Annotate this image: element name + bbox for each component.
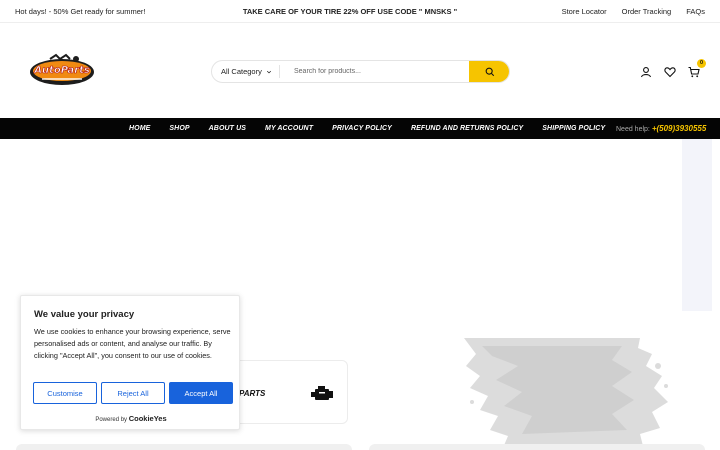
help-phone-link[interactable]: +(509)3930555 (652, 124, 707, 133)
user-icon (640, 67, 652, 78)
nav-item-about-us[interactable]: ABOUT US (209, 125, 246, 132)
nav-item-shop[interactable]: SHOP (169, 125, 189, 132)
autoparts-logo-icon: AutoParts (30, 53, 94, 85)
nav-item-my-account[interactable]: MY ACCOUNT (265, 125, 313, 132)
heart-icon (664, 67, 676, 78)
brand-parts-text: PARTS (239, 389, 266, 398)
search-button[interactable] (469, 61, 509, 82)
category-select[interactable]: All Category (212, 65, 280, 78)
search-input[interactable] (280, 61, 469, 82)
category-select-label: All Category (221, 67, 262, 76)
help-contact: Need help: +(509)3930555 (616, 124, 706, 133)
account-button[interactable] (640, 65, 652, 78)
order-tracking-link[interactable]: Order Tracking (622, 7, 672, 16)
bottom-card-left (16, 444, 352, 450)
chevron-down-icon (266, 70, 271, 73)
search-bar: All Category (211, 60, 510, 83)
cart-count-badge: 0 (697, 59, 706, 68)
cookie-consent-banner: We value your privacy We use cookies to … (20, 295, 240, 430)
side-banner-strip (682, 139, 712, 311)
store-locator-link[interactable]: Store Locator (562, 7, 607, 16)
nav-item-shipping-policy[interactable]: SHIPPING POLICY (542, 125, 605, 132)
header-icons: 0 (640, 59, 706, 78)
logo-text: AutoParts (33, 65, 90, 76)
site-header: AutoParts All Category 0 (0, 23, 720, 118)
cookie-body-text: We use cookies to enhance your browsing … (34, 327, 231, 360)
customise-button[interactable]: Customise (33, 382, 97, 404)
cart-button[interactable]: 0 (688, 59, 706, 78)
powered-by-label: Powered by (95, 417, 128, 423)
cart-icon (688, 66, 700, 78)
wishlist-button[interactable] (664, 65, 676, 78)
top-links: Store Locator Order Tracking FAQs (562, 7, 705, 16)
cookie-title: We value your privacy (34, 309, 135, 320)
reject-all-button[interactable]: Reject All (101, 382, 165, 404)
cookie-buttons: Customise Reject All Accept All (33, 382, 233, 404)
nav-item-privacy-policy[interactable]: PRIVACY POLICY (332, 125, 392, 132)
faqs-link[interactable]: FAQs (686, 7, 705, 16)
nav-item-home[interactable]: HOME (129, 125, 150, 132)
help-label: Need help: (616, 126, 650, 133)
powered-by: Powered by CookieYes (21, 414, 241, 423)
bottom-card-right (369, 444, 705, 450)
nav-items: HOME SHOP ABOUT US MY ACCOUNT PRIVACY PO… (129, 118, 605, 139)
main-nav: HOME SHOP ABOUT US MY ACCOUNT PRIVACY PO… (0, 118, 720, 139)
site-logo[interactable]: AutoParts (28, 53, 96, 87)
tire-splash-graphic (464, 338, 668, 450)
search-icon (485, 67, 494, 76)
nav-item-refund-returns[interactable]: REFUND AND RETURNS POLICY (411, 125, 523, 132)
cookieyes-logo[interactable]: CookieYes (129, 414, 167, 423)
top-promo-bar: Hot days! - 50% Get ready for summer! TA… (0, 0, 720, 23)
accept-all-button[interactable]: Accept All (169, 382, 233, 404)
engine-icon (311, 386, 333, 400)
